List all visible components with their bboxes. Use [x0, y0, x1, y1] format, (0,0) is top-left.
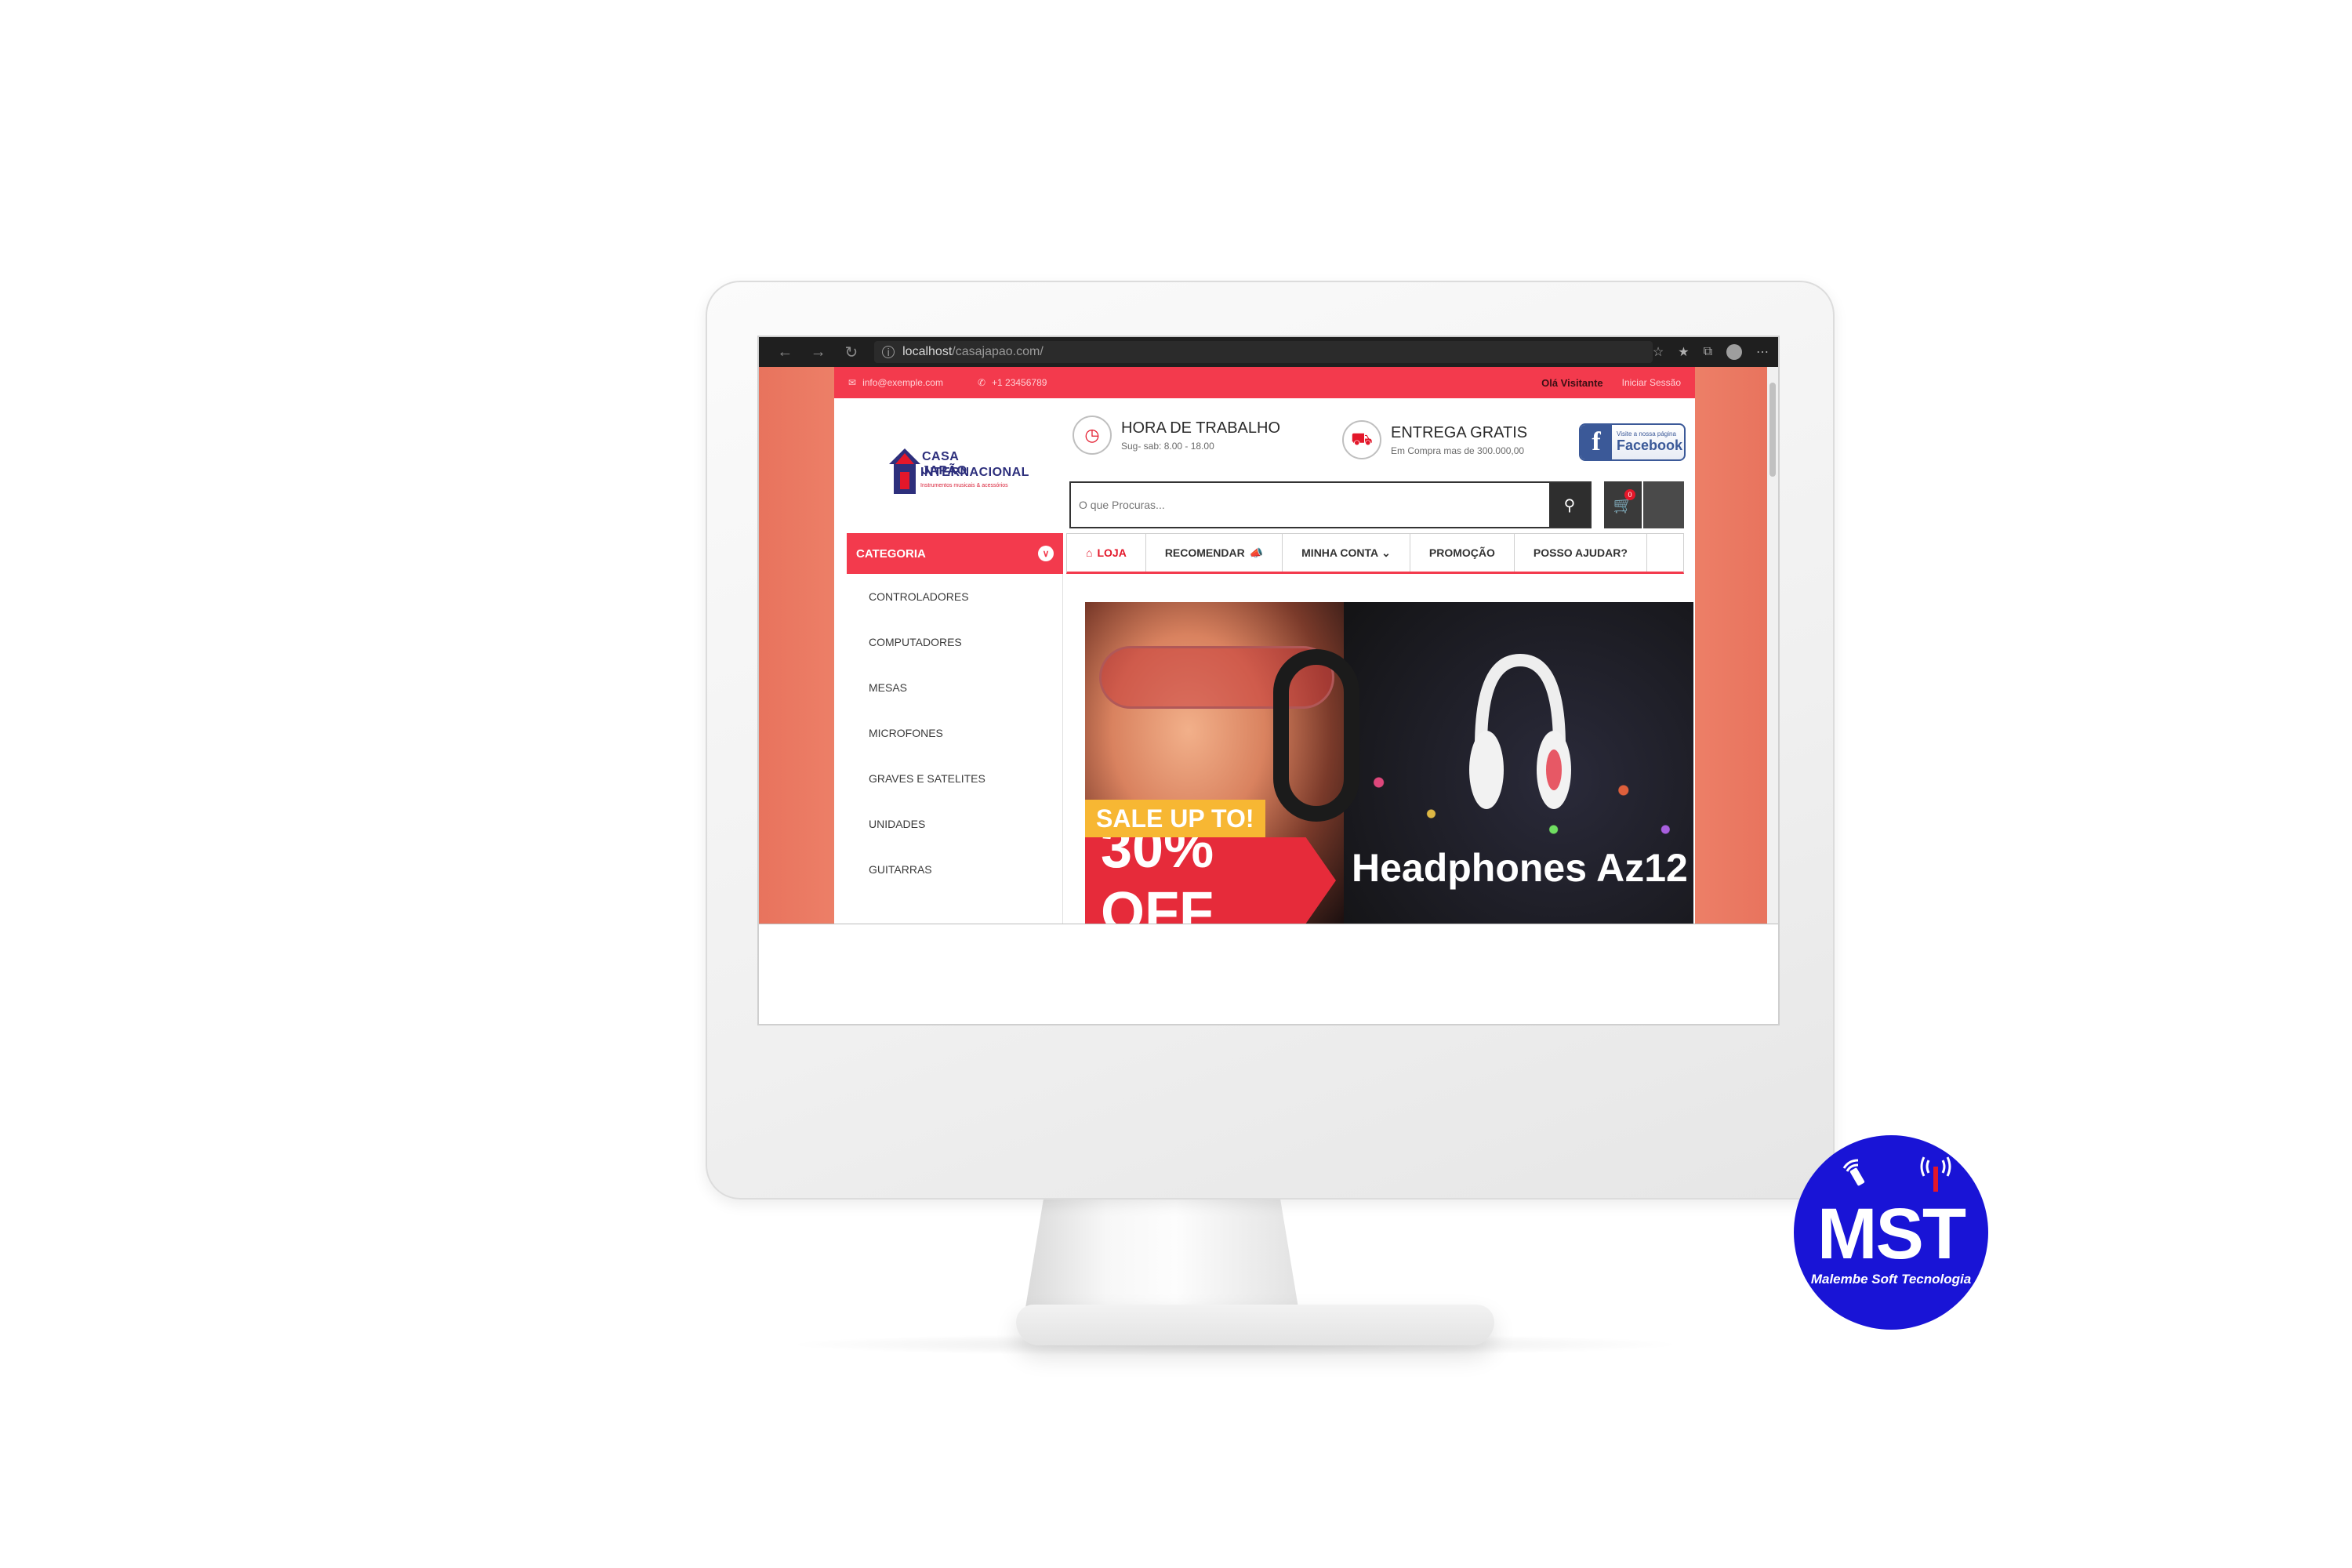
- free-delivery-title: ENTREGA GRATIS: [1391, 423, 1528, 441]
- working-hours-title: HORA DE TRABALHO: [1121, 419, 1281, 437]
- favorites-icon[interactable]: ★: [1678, 344, 1689, 360]
- collections-icon[interactable]: ⧉: [1704, 345, 1712, 359]
- logo-tagline: Instrumentos musicais & acessórios: [920, 483, 1008, 488]
- phone-info[interactable]: ✆ +1 23456789: [978, 377, 1047, 388]
- menu-label-loja: LOJA: [1097, 546, 1127, 559]
- banner-discount-tag: 30% OFF: [1085, 837, 1336, 924]
- working-hours: ◷ HORA DE TRABALHO Sug- sab: 8.00 - 18.0…: [1073, 416, 1280, 455]
- antenna-icon: [1920, 1156, 1951, 1192]
- phone-text: +1 23456789: [992, 377, 1047, 388]
- menu-item-posso-ajudar[interactable]: POSSO AJUDAR?: [1515, 534, 1647, 572]
- working-hours-subtitle: Sug- sab: 8.00 - 18.00: [1121, 440, 1214, 452]
- cart-button[interactable]: 🛒 0: [1604, 481, 1642, 528]
- reload-icon[interactable]: ↻: [835, 343, 868, 362]
- home-icon: ⌂: [1086, 546, 1093, 559]
- site-logo[interactable]: CASA JAPÃO INTERNACIONAL Instrumentos mu…: [889, 430, 1029, 500]
- page-scrollbar[interactable]: [1767, 367, 1778, 924]
- scrollbar-thumb[interactable]: [1769, 383, 1776, 477]
- menu-item-recomendar[interactable]: RECOMENDAR 📣: [1146, 534, 1283, 572]
- cart-count-badge: 0: [1624, 489, 1635, 500]
- page-viewport: ✉ info@exemple.com ✆ +1 23456789 Olá Visit…: [759, 367, 1770, 924]
- free-delivery: ⛟ ENTREGA GRATIS Em Compra mas de 300.00…: [1342, 420, 1527, 459]
- url-path: /casajapao.com/: [952, 345, 1044, 358]
- category-list: CONTROLADORES COMPUTADORES MESAS MICROFO…: [847, 574, 1063, 924]
- email-info[interactable]: ✉ info@exemple.com: [848, 377, 943, 388]
- back-icon[interactable]: ←: [768, 343, 801, 361]
- monitor-stand-base: [1016, 1305, 1494, 1345]
- forward-icon[interactable]: →: [801, 343, 834, 361]
- search-box: ⚲: [1069, 481, 1592, 528]
- search-icon: ⚲: [1563, 496, 1576, 514]
- banner-product-title: Headphones Az12: [1352, 846, 1688, 890]
- menu-label-promocao: PROMOÇÃO: [1428, 546, 1495, 559]
- house-logo-icon: [889, 448, 920, 494]
- chevron-down-icon[interactable]: ∨: [1038, 546, 1054, 561]
- facebook-badge[interactable]: f Visite a nossa página Facebook: [1579, 423, 1686, 461]
- monitor-stand-neck: [1024, 1184, 1300, 1317]
- menu-item-loja[interactable]: ⌂ LOJA: [1067, 534, 1146, 572]
- signal-icon: [1842, 1159, 1865, 1186]
- free-delivery-subtitle: Em Compra mas de 300.000,00: [1391, 445, 1525, 456]
- menu-toggle-button[interactable]: [1643, 481, 1684, 528]
- headphone-icon: [1469, 653, 1571, 809]
- clock-icon: ◷: [1073, 416, 1112, 455]
- site-container: ✉ info@exemple.com ✆ +1 23456789 Olá Visit…: [834, 367, 1695, 924]
- main-menu: ⌂ LOJA RECOMENDAR 📣 MINHA CONTA ⌄ PROMOÇÃO …: [1066, 533, 1684, 574]
- facebook-icon: f: [1581, 425, 1612, 459]
- category-header[interactable]: CATEGORIA ∨: [847, 533, 1063, 574]
- email-text: info@exemple.com: [862, 377, 943, 388]
- logo-line-2: INTERNACIONAL: [920, 466, 1029, 479]
- site-header: CASA JAPÃO INTERNACIONAL Instrumentos mu…: [834, 398, 1695, 533]
- phone-icon: ✆: [977, 377, 986, 388]
- menu-item-promocao[interactable]: PROMOÇÃO: [1410, 534, 1515, 572]
- mst-logo: MST Malembe Soft Tecnologia: [1794, 1135, 1988, 1330]
- menu-label-recomendar: RECOMENDAR: [1164, 546, 1245, 559]
- promo-banner[interactable]: SALE UP TO! 30% OFF Headphones Az12: [1085, 602, 1693, 924]
- category-item-controladores[interactable]: CONTROLADORES: [847, 574, 1062, 619]
- star-icon[interactable]: ☆: [1653, 344, 1664, 360]
- mail-icon: ✉: [848, 377, 857, 388]
- category-item-microfones[interactable]: MICROFONES: [847, 710, 1062, 756]
- category-item-guitarras[interactable]: GUITARRAS: [847, 847, 1062, 892]
- address-bar[interactable]: i localhost/casajapao.com/: [874, 341, 1653, 363]
- browser-actions: ☆ ★ ⧉ ⋯: [1653, 344, 1769, 360]
- login-link[interactable]: Iniciar Sessão: [1622, 377, 1681, 388]
- truck-icon: ⛟: [1342, 420, 1381, 459]
- top-info-bar: ✉ info@exemple.com ✆ +1 23456789 Olá Visit…: [834, 367, 1695, 398]
- browser-toolbar: ← → ↻ i localhost/casajapao.com/ ☆ ★ ⧉ ⋯: [759, 337, 1778, 367]
- banner-sale-tag: SALE UP TO!: [1085, 800, 1265, 838]
- monitor-screen: ← → ↻ i localhost/casajapao.com/ ☆ ★ ⧉ ⋯…: [757, 336, 1780, 1025]
- profile-avatar[interactable]: [1726, 344, 1742, 360]
- menu-label-posso-ajudar: POSSO AJUDAR?: [1533, 546, 1628, 559]
- screen-bottom-area: [759, 924, 1778, 1024]
- category-item-unidades[interactable]: UNIDADES: [847, 801, 1062, 847]
- search-button[interactable]: ⚲: [1549, 483, 1590, 527]
- url-host: localhost: [902, 345, 953, 358]
- mst-caption: Malembe Soft Tecnologia: [1810, 1272, 1972, 1287]
- info-icon[interactable]: i: [882, 346, 895, 358]
- category-item-computadores[interactable]: COMPUTADORES: [847, 619, 1062, 665]
- mst-letters: MST: [1817, 1194, 1966, 1274]
- category-item-mesas[interactable]: MESAS: [847, 665, 1062, 710]
- facebook-big-text: Facebook: [1617, 437, 1683, 453]
- megaphone-icon: 📣: [1249, 546, 1264, 559]
- search-input[interactable]: [1071, 483, 1549, 527]
- category-item-graves-satelites[interactable]: GRAVES E SATELITES: [847, 756, 1062, 801]
- more-icon[interactable]: ⋯: [1756, 344, 1769, 360]
- category-title: CATEGORIA: [856, 546, 926, 561]
- chevron-down-icon: ⌄: [1381, 546, 1391, 559]
- menu-label-minha-conta: MINHA CONTA: [1301, 546, 1379, 559]
- menu-item-minha-conta[interactable]: MINHA CONTA ⌄: [1283, 534, 1410, 572]
- greeting-text: Olá Visitante: [1541, 376, 1603, 389]
- facebook-small-text: Visite a nossa página: [1617, 430, 1676, 437]
